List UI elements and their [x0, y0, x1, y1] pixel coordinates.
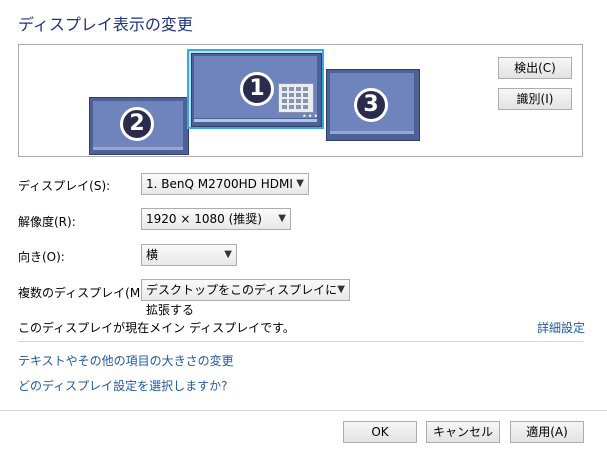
apply-button[interactable]: 適用(A) [510, 421, 584, 443]
text-size-link[interactable]: テキストやその他の項目の大きさの変更 [18, 352, 234, 369]
resolution-label: 解像度(R): [18, 215, 76, 229]
monitor-preview-area: 2 1 ••• 3 検出(C) 識別(I) [18, 44, 583, 157]
chevron-down-icon: ▼ [296, 178, 304, 189]
resolution-select-value: 1920 × 1080 (推奨) [146, 212, 262, 226]
monitor-number-badge: 3 [354, 88, 388, 122]
footer-divider [0, 410, 607, 411]
monitor-3[interactable]: 3 [326, 69, 420, 141]
which-settings-link[interactable]: どのディスプレイ設定を選択しますか? [18, 377, 228, 394]
ok-button[interactable]: OK [343, 421, 417, 443]
identify-button[interactable]: 識別(I) [498, 88, 572, 110]
multiple-displays-select-value: デスクトップをこのディスプレイに拡張する [146, 283, 338, 317]
chevron-down-icon: ▼ [224, 249, 232, 260]
display-label: ディスプレイ(S): [18, 179, 111, 193]
more-dots-icon: ••• [302, 112, 320, 121]
monitor-number-badge: 1 [240, 72, 274, 106]
monitor-number-badge: 2 [120, 107, 154, 141]
display-select[interactable]: 1. BenQ M2700HD HDMI ▼ [141, 173, 309, 195]
resolution-select[interactable]: 1920 × 1080 (推奨) ▼ [141, 208, 291, 230]
multiple-displays-label: 複数のディスプレイ(M): [18, 286, 149, 300]
chevron-down-icon: ▼ [278, 213, 286, 224]
display-select-value: 1. BenQ M2700HD HDMI [146, 177, 293, 191]
monitor-2[interactable]: 2 [89, 97, 189, 155]
orientation-select-value: 横 [146, 248, 159, 262]
cancel-button[interactable]: キャンセル [426, 421, 500, 443]
monitor-1[interactable]: 1 ••• [191, 53, 322, 127]
orientation-label: 向き(O): [18, 250, 65, 264]
display-grid-icon [278, 83, 314, 113]
advanced-settings-link[interactable]: 詳細設定 [537, 319, 585, 336]
main-display-status: このディスプレイが現在メイン ディスプレイです。 [18, 321, 295, 335]
multiple-displays-select[interactable]: デスクトップをこのディスプレイに拡張する ▼ [141, 279, 350, 317]
monitor-1-selection[interactable]: 1 ••• [187, 49, 324, 129]
chevron-down-icon: ▼ [337, 284, 345, 295]
orientation-select[interactable]: 横 ▼ [141, 244, 237, 266]
detect-button[interactable]: 検出(C) [498, 57, 572, 79]
page-title: ディスプレイ表示の変更 [18, 15, 193, 34]
divider [18, 341, 583, 342]
